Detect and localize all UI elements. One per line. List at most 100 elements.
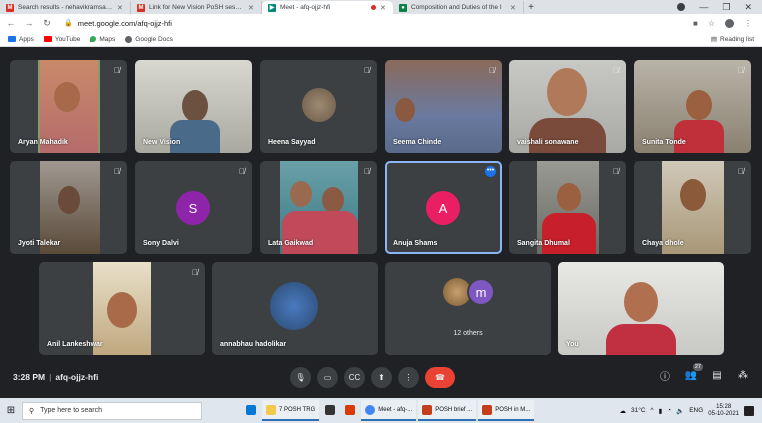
url-field[interactable]: 🔒 meet.google.com/afq-ojjz-hfi (60, 16, 685, 30)
tab-gmail-search[interactable]: M Search results - nehavikramsathe ✕ (0, 1, 131, 14)
participant-body (529, 118, 606, 153)
menu-kebab-icon[interactable]: ⋮ (744, 19, 752, 28)
minimize-icon[interactable]: — (699, 2, 708, 12)
activities-icon[interactable]: ⁂ (736, 370, 750, 381)
weather-icon: ☁ (619, 407, 627, 415)
reload-icon[interactable]: ↻ (42, 18, 52, 29)
microphone-button[interactable]: 🎙 (290, 367, 311, 388)
camera-in-use-icon[interactable]: ■ (693, 19, 698, 28)
reading-list-icon: ▤ (710, 36, 718, 43)
bookmark-label: Apps (19, 35, 34, 43)
forward-icon[interactable]: → (24, 18, 34, 28)
participant-tile[interactable]: 🎙̸ Jyoti Talekar (10, 161, 127, 254)
taskbar-app-powerpoint-1[interactable]: POSH brief ... (418, 400, 477, 421)
restore-icon[interactable]: ❐ (722, 2, 730, 13)
notifications-icon[interactable] (744, 405, 754, 416)
profile-icon[interactable] (677, 3, 686, 11)
battery-icon[interactable]: ▮ (659, 407, 663, 415)
participant-tile[interactable]: 🎙̸ vaishali sonawane (509, 60, 626, 153)
taskbar-app-powerpoint-2[interactable]: POSH in M... (478, 400, 535, 421)
more-options-icon[interactable]: ••• (485, 166, 496, 177)
network-icon[interactable]: ◔ (667, 407, 671, 414)
self-tile[interactable]: You (558, 262, 724, 355)
participant-avatar-photo (270, 282, 318, 330)
mic-off-icon: 🎙̸ (613, 167, 619, 176)
volume-icon[interactable]: 🔈 (676, 407, 684, 415)
clock-date: 05-10-2021 (708, 410, 739, 417)
account-avatar[interactable] (725, 18, 734, 28)
close-tab-icon[interactable]: ✕ (117, 4, 124, 12)
participant-tile[interactable]: 🎙̸ Anil Lankeshwar (39, 262, 205, 355)
tab-meet[interactable]: ▶ Meet - afq-ojjz-hfi ✕ (262, 1, 393, 14)
bookmark-apps[interactable]: Apps (8, 36, 34, 43)
meet-side-controls: ⓘ 👥 27 ▤ ⁂ (658, 363, 750, 383)
participant-tile[interactable]: 🎙̸ Chaya dhole (634, 161, 751, 254)
taskbar-search-field[interactable]: ⚲ Type here to search (22, 401, 202, 420)
tray-expand-icon[interactable]: ^ (651, 407, 654, 414)
taskbar-app-store[interactable] (321, 400, 339, 421)
reading-list-button[interactable]: ▤ Reading list (710, 35, 754, 44)
tab-gmail-link[interactable]: M Link for New Vision PoSH session ✕ (131, 1, 262, 14)
clock[interactable]: 15:28 05-10-2021 (708, 404, 739, 418)
language-indicator[interactable]: ENG (689, 407, 703, 414)
chat-icon[interactable]: ▤ (710, 370, 724, 381)
participant-tile[interactable]: 🎙̸ Sangita Dhumal (509, 161, 626, 254)
bookmarks-bar: Apps YouTube Maps Google Docs ▤ Reading … (0, 32, 762, 47)
participant-count-badge: 27 (692, 363, 703, 371)
mic-off-icon: 🎙̸ (364, 167, 370, 176)
present-button[interactable]: ⬆ (371, 367, 392, 388)
weather-temp[interactable]: 31°C (631, 407, 646, 414)
close-tab-icon[interactable]: ✕ (248, 4, 255, 12)
participant-name: Anil Lankeshwar (47, 341, 103, 348)
tab-composition[interactable]: ● Composition and Duties of the I ✕ (393, 1, 524, 14)
participant-body (170, 120, 220, 153)
participant-tile[interactable]: 🎙̸ Seema Chinde (385, 60, 502, 153)
participant-avatar-photo (302, 88, 336, 122)
participant-tile[interactable]: 🎙̸ Sunita Tonde (634, 60, 751, 153)
powerpoint-icon (422, 404, 433, 415)
windows-start-icon[interactable]: ⊞ (0, 405, 22, 416)
taskbar-app-folder[interactable]: 7 POSH TRG (262, 400, 320, 421)
bookmark-label: Google Docs (135, 35, 173, 43)
participant-face (680, 179, 706, 211)
close-tab-icon[interactable]: ✕ (380, 4, 387, 12)
leave-call-button[interactable]: ☎ (425, 367, 455, 388)
reading-list-label: Reading list (720, 35, 754, 43)
bookmark-youtube[interactable]: YouTube (43, 36, 80, 43)
meeting-info-icon[interactable]: ⓘ (658, 368, 672, 383)
close-window-icon[interactable]: ✕ (744, 2, 752, 13)
participant-tile[interactable]: S 🎙̸ Sony Dalvi (135, 161, 252, 254)
bookmark-maps[interactable]: Maps (90, 36, 115, 43)
browser-tab-strip: M Search results - nehavikramsathe ✕ M L… (0, 0, 762, 14)
taskbar-app-mail[interactable] (242, 400, 260, 421)
window-controls: — ❐ ✕ (677, 0, 762, 14)
bookmark-label: Maps (99, 35, 116, 43)
participant-tile[interactable]: 🎙̸ Aryan Mahadik (10, 60, 127, 153)
bookmark-star-icon[interactable]: ☆ (708, 19, 715, 28)
participant-face (557, 183, 581, 211)
new-tab-button[interactable]: + (524, 1, 538, 14)
taskbar-app-office[interactable] (341, 400, 359, 421)
taskbar-app-chrome[interactable]: Meet - afq-... (361, 400, 417, 421)
self-face (624, 282, 658, 322)
divider: | (49, 372, 52, 382)
participant-face (395, 98, 415, 122)
back-icon[interactable]: ← (6, 18, 16, 28)
more-options-button[interactable]: ⋮ (398, 367, 419, 388)
meeting-code: afq-ojjz-hfi (55, 372, 99, 382)
others-tile[interactable]: m 12 others (385, 262, 551, 355)
participant-tile-active[interactable]: A ••• Anuja Shams (385, 161, 502, 254)
camera-button[interactable]: ▭ (317, 367, 338, 388)
participant-face (54, 82, 80, 112)
bookmark-google-docs[interactable]: Google Docs (125, 35, 173, 43)
maps-pin-icon (90, 36, 97, 42)
participant-tile[interactable]: 🎙̸ Lata Gaikwad (260, 161, 377, 254)
participant-tile[interactable]: New Vision (135, 60, 252, 153)
captions-button[interactable]: CC (344, 367, 365, 388)
mail-icon (246, 404, 256, 415)
participant-tile[interactable]: annabhau hadolikar (212, 262, 378, 355)
people-icon[interactable]: 👥 27 (684, 363, 703, 381)
close-tab-icon[interactable]: ✕ (510, 4, 517, 12)
recording-dot-icon (371, 5, 376, 10)
participant-tile[interactable]: 🎙̸ Heena Sayyad (260, 60, 377, 153)
